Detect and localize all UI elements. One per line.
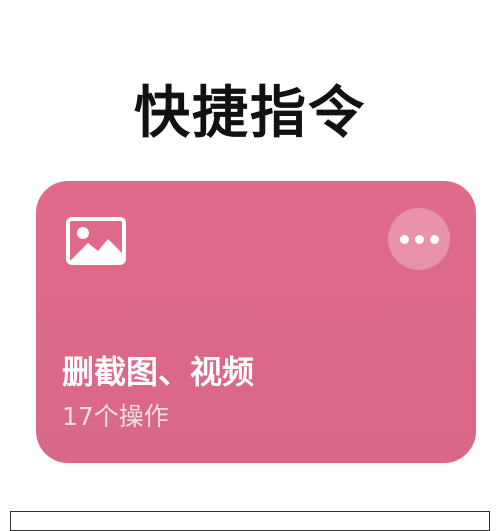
more-options-button[interactable] — [388, 208, 450, 270]
ellipsis-icon — [414, 234, 424, 244]
shortcut-card[interactable]: 删截图、视频 17个操作 — [36, 181, 476, 463]
shortcut-action-count: 17个操作 — [62, 402, 169, 431]
ellipsis-icon — [429, 234, 439, 244]
page-title: 快捷指令 — [134, 81, 366, 146]
photo-icon — [66, 217, 126, 265]
shortcut-title: 删截图、视频 — [62, 353, 255, 391]
ellipsis-icon — [399, 234, 409, 244]
bottom-panel-edge — [10, 511, 490, 531]
